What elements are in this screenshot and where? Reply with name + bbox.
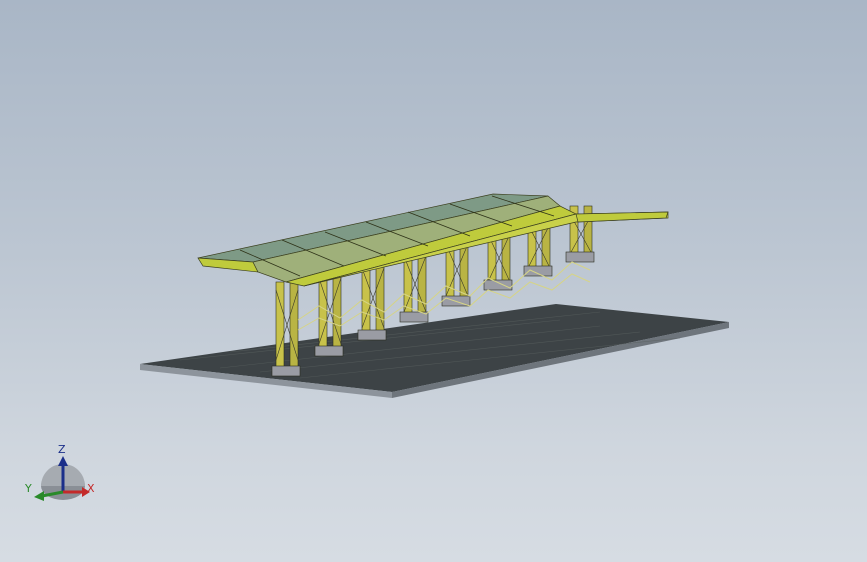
graphics-viewport[interactable]: Z X Y — [0, 0, 867, 562]
base-plate — [140, 304, 729, 398]
x-axis-label: X — [87, 482, 95, 495]
y-axis-label: Y — [25, 482, 32, 495]
canopy-model[interactable] — [0, 0, 867, 562]
z-axis-label: Z — [58, 443, 66, 456]
roof-canopy — [197, 193, 669, 287]
